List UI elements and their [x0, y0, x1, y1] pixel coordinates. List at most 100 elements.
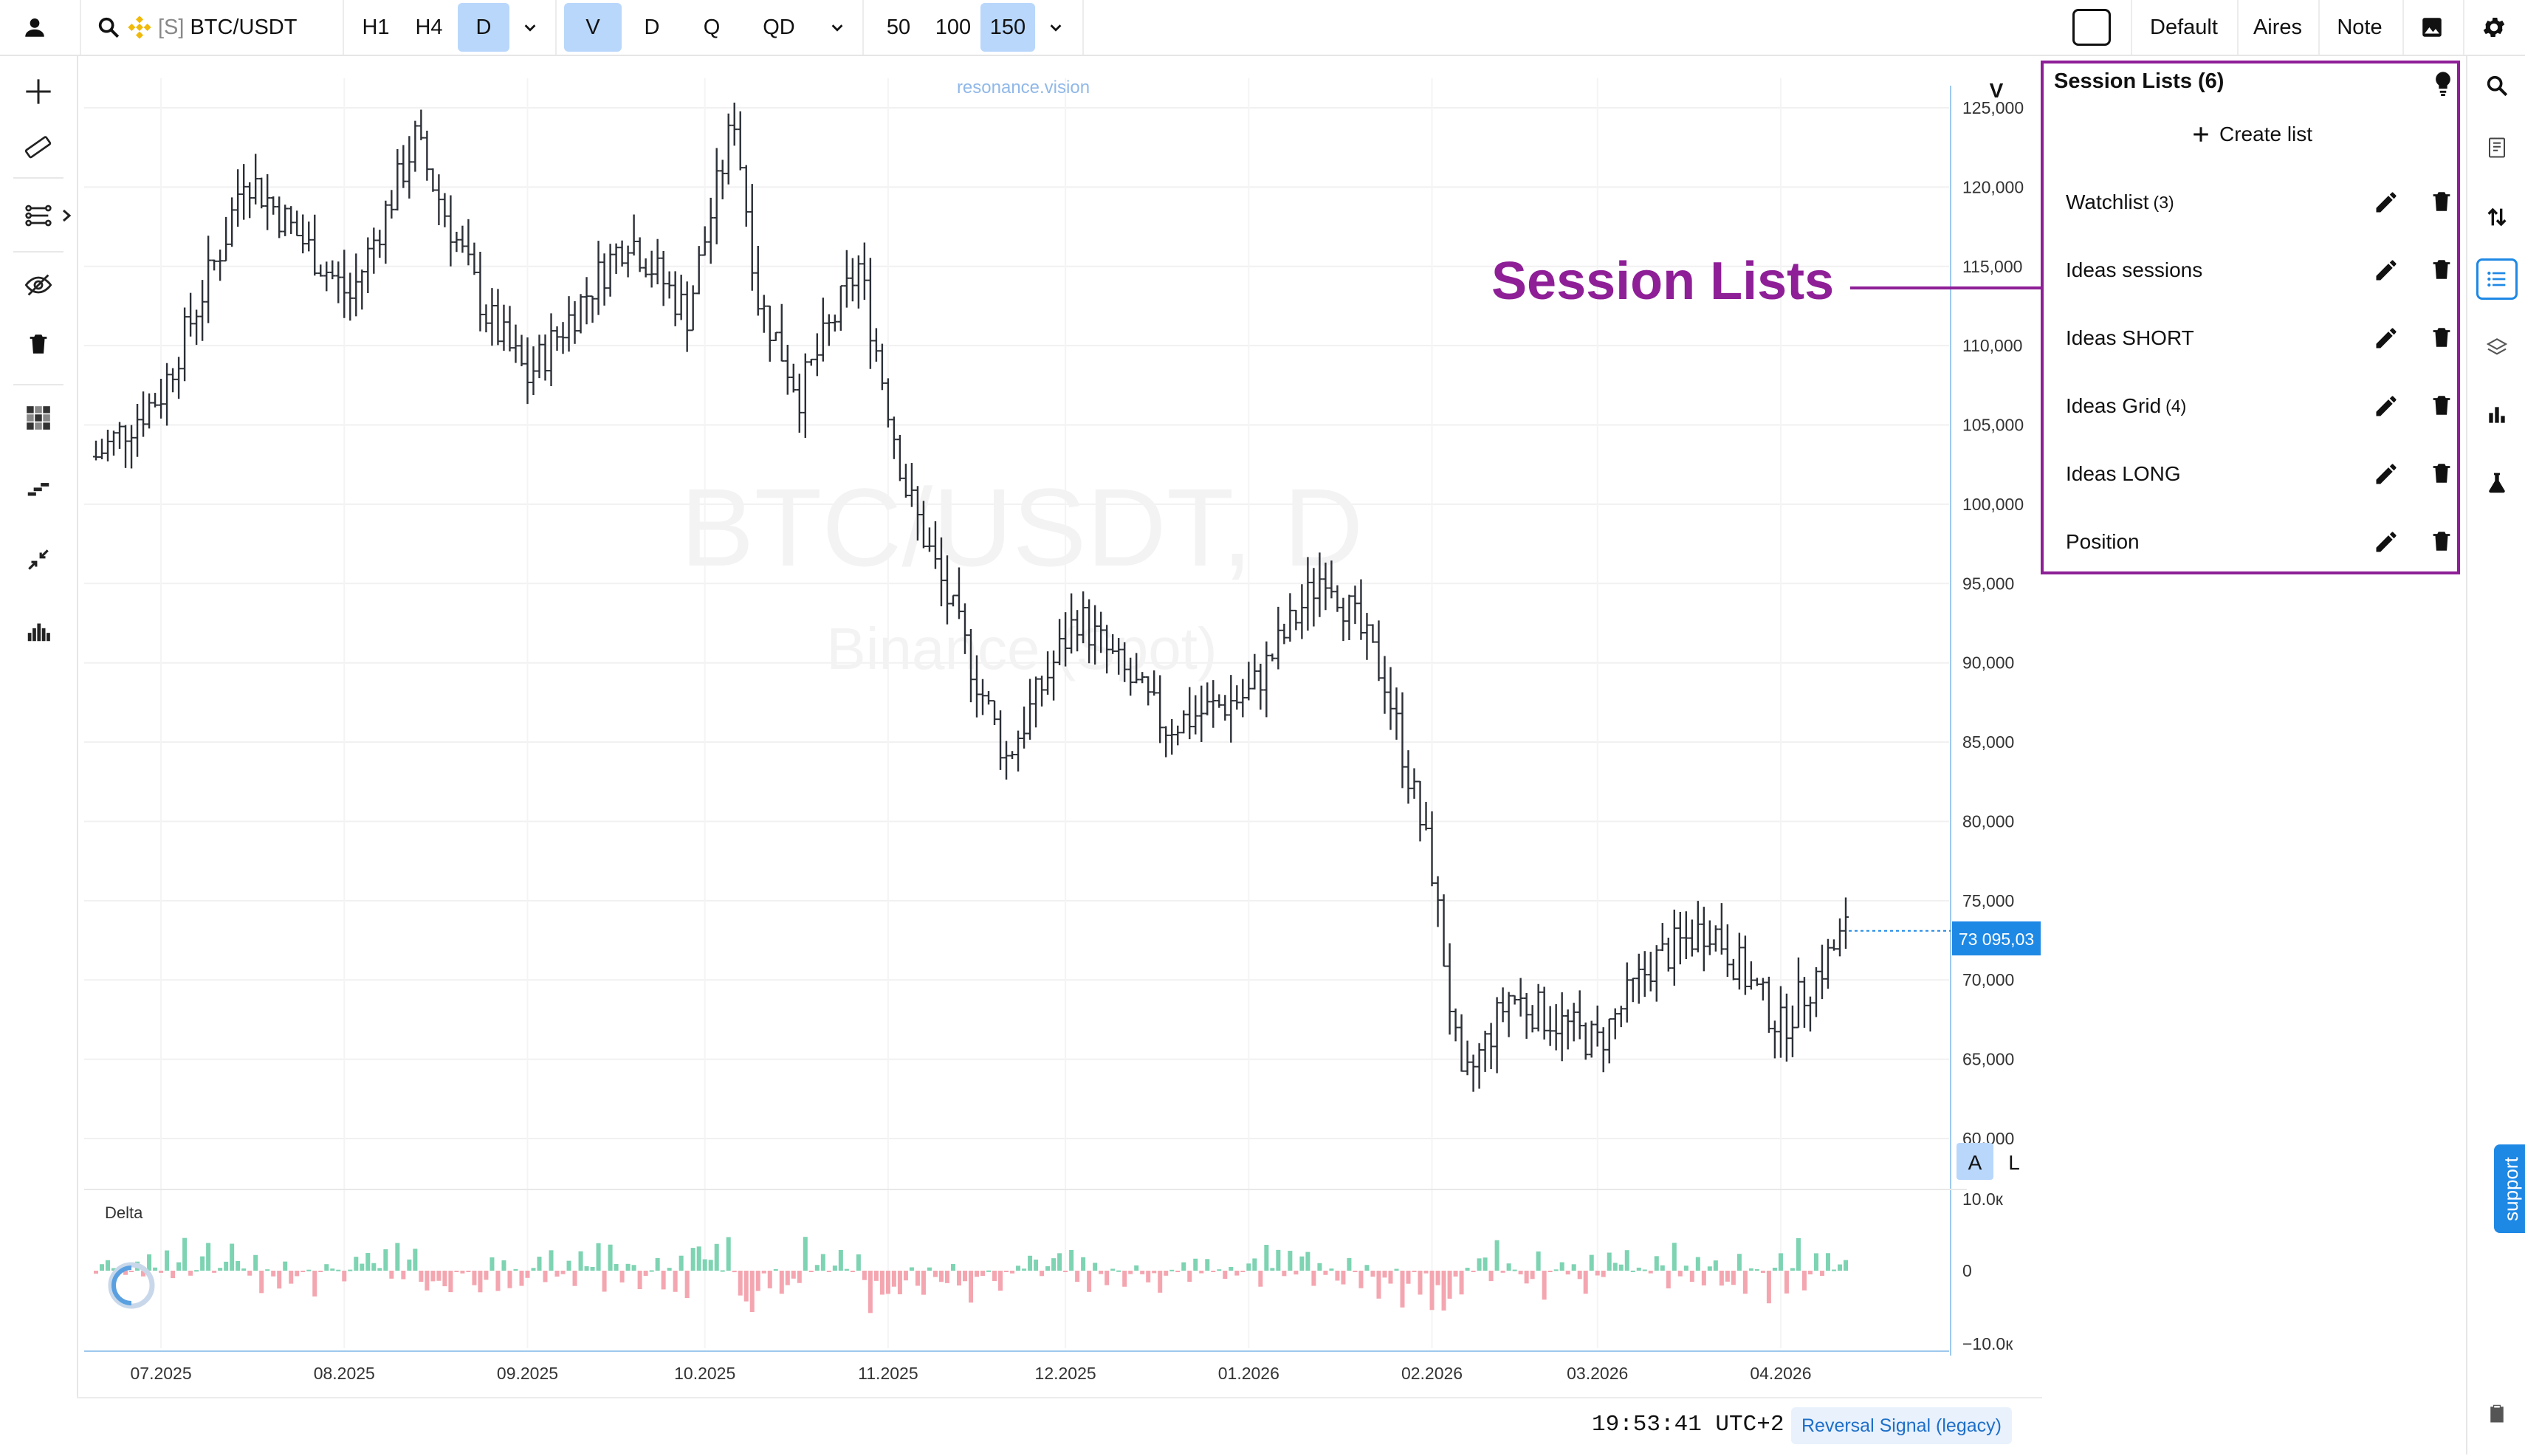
- hide-drawings-tool[interactable]: [18, 264, 59, 306]
- layers-sidebar-button[interactable]: [2476, 326, 2518, 368]
- delta-bar: [1034, 1259, 1039, 1271]
- zoom-tool[interactable]: [18, 539, 59, 580]
- layout-tool[interactable]: [18, 397, 59, 439]
- ohlc-bar: [613, 243, 619, 274]
- clipboard-button[interactable]: [2476, 1393, 2518, 1434]
- pattern-tool[interactable]: [18, 468, 59, 509]
- ohlc-bar: [737, 111, 743, 171]
- delta-bar: [1447, 1271, 1452, 1299]
- trades-sidebar-button[interactable]: [2476, 196, 2518, 238]
- ohlc-bar: [1694, 901, 1701, 952]
- timeframe-dropdown[interactable]: [511, 0, 549, 55]
- ohlc-bar: [855, 255, 862, 309]
- plus-icon: [2194, 127, 2208, 142]
- mode-dropdown[interactable]: [818, 0, 856, 55]
- create-list-button[interactable]: Create list: [2191, 118, 2312, 151]
- session-lists-sidebar-button[interactable]: [2476, 258, 2518, 300]
- ohlc-bar: [743, 165, 749, 227]
- count-150[interactable]: 150: [980, 3, 1035, 52]
- edit-list-button[interactable]: [2373, 461, 2399, 487]
- count-dropdown[interactable]: [1037, 0, 1075, 55]
- ohlc-bar: [1251, 653, 1258, 690]
- ohlc-bar: [152, 393, 159, 408]
- count-50[interactable]: 50: [871, 0, 926, 55]
- ohlc-bar: [1748, 961, 1754, 990]
- ruler-tool[interactable]: [18, 127, 59, 168]
- edit-list-button[interactable]: [2373, 529, 2399, 555]
- profile-button[interactable]: [10, 0, 59, 55]
- settings-button[interactable]: [2472, 0, 2516, 55]
- signal-badge[interactable]: Reversal Signal (legacy): [1791, 1407, 2012, 1444]
- stats-sidebar-button[interactable]: [2476, 394, 2518, 436]
- delta-bar: [1075, 1271, 1080, 1282]
- ohlc-bar: [1730, 958, 1736, 981]
- session-list-item[interactable]: Position: [2066, 520, 2450, 564]
- timeframe-d[interactable]: D: [458, 3, 509, 52]
- notes-sidebar-button[interactable]: [2476, 127, 2518, 168]
- delta-bar: [525, 1271, 530, 1278]
- edit-list-button[interactable]: [2373, 257, 2399, 284]
- delete-list-button[interactable]: [2429, 393, 2456, 419]
- delta-bar: [289, 1271, 294, 1284]
- delete-list-button[interactable]: [2429, 529, 2456, 555]
- delta-bar: [1370, 1271, 1375, 1277]
- ohlc-bar: [980, 679, 986, 715]
- preset-default[interactable]: Default: [2138, 0, 2230, 55]
- delete-drawings-tool[interactable]: [18, 323, 59, 365]
- ohlc-bar: [388, 190, 395, 219]
- tips-button[interactable]: [2430, 69, 2456, 101]
- color-swatch-button[interactable]: [2066, 0, 2117, 55]
- session-list-item[interactable]: Ideas LONG: [2066, 452, 2450, 496]
- mode-qd[interactable]: QD: [746, 0, 812, 55]
- mode-d[interactable]: D: [623, 0, 681, 55]
- ohlc-bar: [1706, 920, 1713, 955]
- delta-bar: [336, 1269, 341, 1271]
- preset-aires[interactable]: Aires: [2244, 0, 2311, 55]
- ohlc-bar: [442, 193, 448, 227]
- session-list-item[interactable]: Watchlist (3): [2066, 180, 2450, 224]
- count-100[interactable]: 100: [926, 0, 980, 55]
- delta-bar: [543, 1271, 548, 1282]
- ohlc-bar: [1843, 897, 1849, 950]
- ohlc-bar: [93, 440, 99, 461]
- pencil-icon: [2376, 260, 2397, 281]
- volume-profile-tool[interactable]: [18, 610, 59, 651]
- edit-list-button[interactable]: [2373, 393, 2399, 419]
- expand-tools-button[interactable]: [59, 207, 74, 228]
- ohlc-bar: [1364, 613, 1370, 660]
- ohlc-bar: [536, 334, 543, 379]
- ohlc-bar: [890, 416, 897, 459]
- delete-list-button[interactable]: [2429, 461, 2456, 487]
- delete-list-button[interactable]: [2429, 325, 2456, 351]
- session-list-item[interactable]: Ideas SHORT: [2066, 316, 2450, 360]
- search-sidebar-button[interactable]: [2476, 65, 2518, 106]
- ohlc-bar: [1712, 925, 1719, 952]
- delta-bar: [1725, 1271, 1730, 1282]
- price-tick-label: 120,000: [1962, 177, 2024, 196]
- session-list-item[interactable]: Ideas Grid (4): [2066, 384, 2450, 428]
- timeframe-h4[interactable]: H4: [403, 0, 455, 55]
- trash-icon: [2433, 532, 2450, 551]
- delta-bar: [259, 1271, 264, 1294]
- log-scale-button[interactable]: L: [2008, 1151, 2020, 1174]
- mode-q[interactable]: Q: [682, 0, 741, 55]
- edit-list-button[interactable]: [2373, 189, 2399, 216]
- delete-list-button[interactable]: [2429, 189, 2456, 216]
- trend-line-tool[interactable]: [18, 195, 59, 236]
- delta-bar: [708, 1260, 713, 1271]
- session-list-item[interactable]: Ideas sessions: [2066, 248, 2450, 292]
- lab-sidebar-button[interactable]: [2476, 462, 2518, 504]
- symbol-search[interactable]: [S] BTC/USDT: [96, 0, 347, 55]
- delta-bar: [1559, 1262, 1564, 1271]
- timeframe-h1[interactable]: H1: [350, 0, 402, 55]
- crosshair-tool[interactable]: [18, 71, 59, 112]
- preset-note[interactable]: Note: [2326, 0, 2394, 55]
- support-tab[interactable]: support: [2494, 1144, 2525, 1233]
- delete-list-button[interactable]: [2429, 257, 2456, 284]
- ohlc-bar: [506, 306, 513, 351]
- delta-bar: [714, 1243, 719, 1271]
- mode-v[interactable]: V: [564, 3, 622, 52]
- delta-bar: [619, 1271, 625, 1282]
- screenshot-button[interactable]: [2410, 0, 2454, 55]
- edit-list-button[interactable]: [2373, 325, 2399, 351]
